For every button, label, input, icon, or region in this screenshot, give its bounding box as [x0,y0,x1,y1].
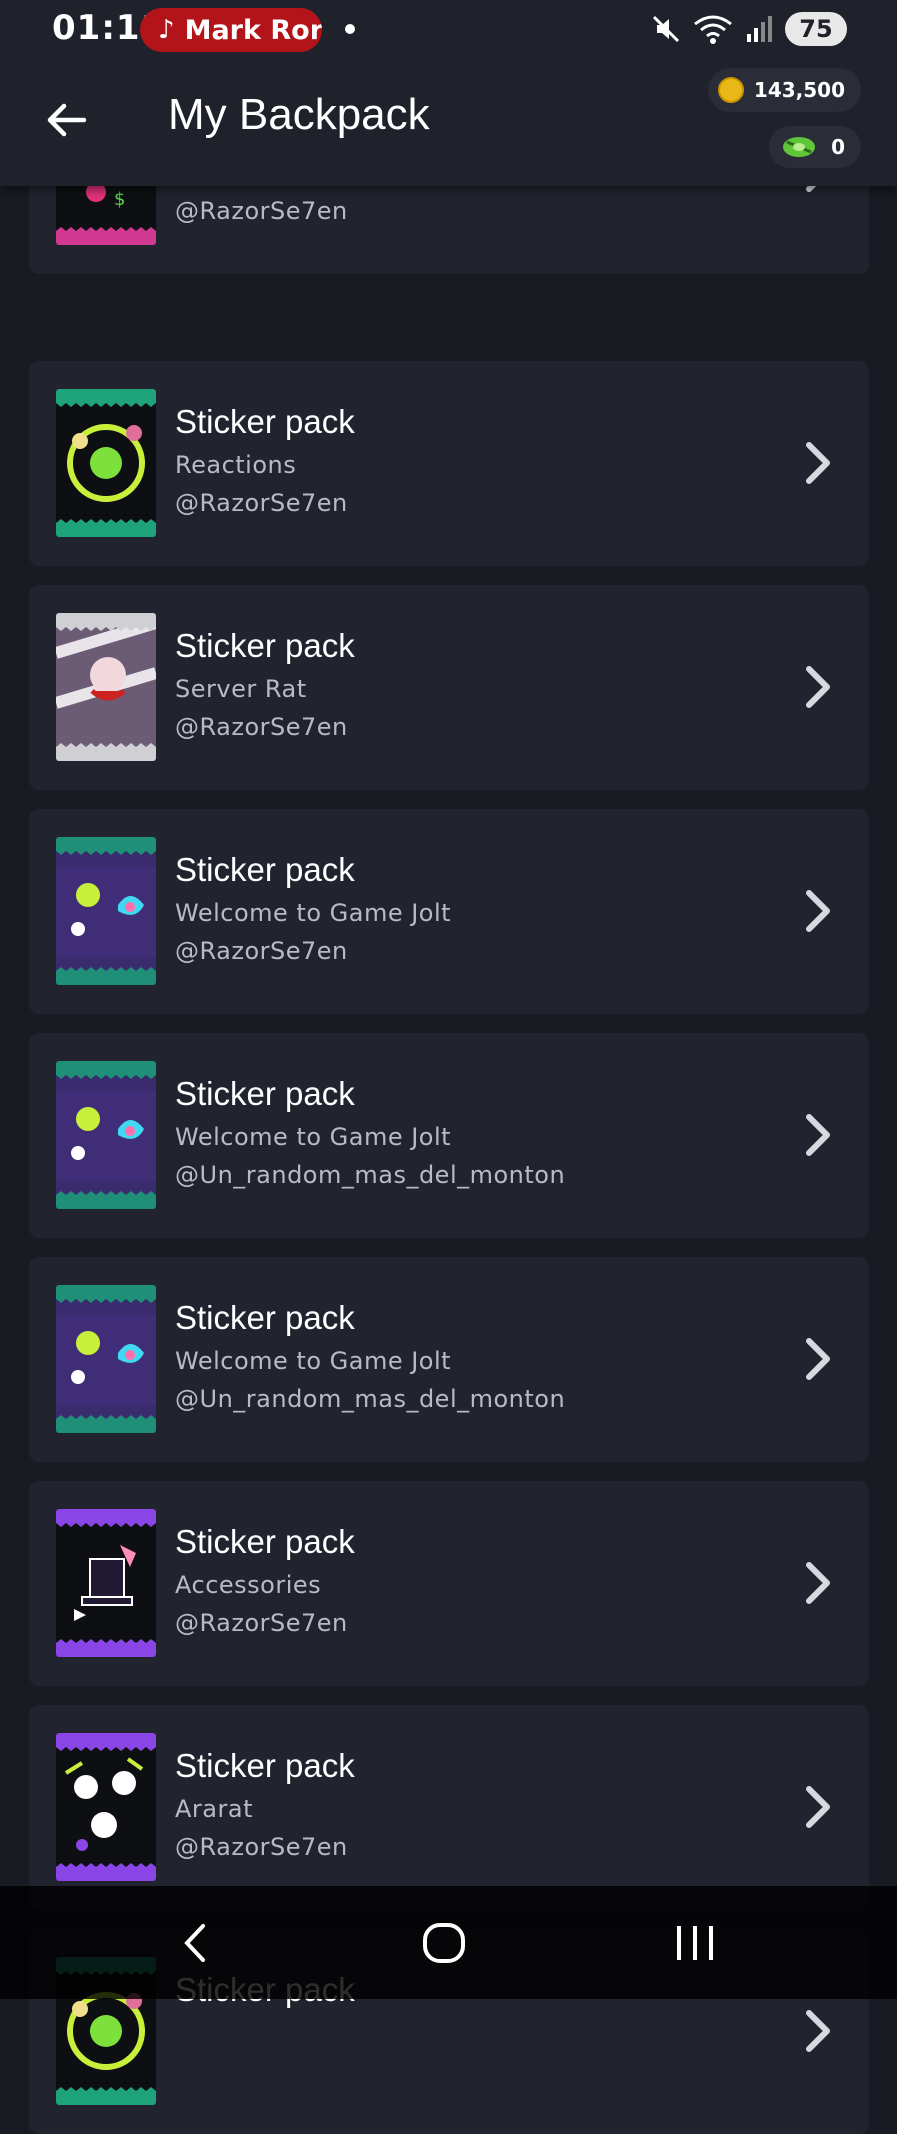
chevron-right-icon [806,1786,830,1828]
coin-count: 143,500 [753,78,845,102]
sticker-pack-card[interactable]: Sticker pack Welcome to Game Jolt @RazorSe… [29,809,869,1014]
status-bar: 01:11 ♪ Mark Ror 75 [0,0,897,62]
system-nav-bar [0,1886,897,1999]
signal-icon [747,16,772,42]
sticker-pack-thumbnail [56,613,156,761]
back-arrow-icon[interactable] [44,98,88,142]
music-note-icon: ♪ [158,15,175,45]
nav-recents-icon[interactable] [665,1918,725,1968]
sticker-pack-card[interactable]: Sticker pack Welcome to Game Jolt @Un_rand… [29,1257,869,1462]
sticker-pack-card[interactable]: Sticker pack Accessories @RazorSe7en [29,1481,869,1686]
pack-name: Welcome to Game Jolt [175,899,452,927]
card-title: Sticker pack [175,1747,355,1784]
sticker-pack-card[interactable]: Sticker pack Ararat @RazorSe7en [29,1705,869,1910]
card-title: Sticker pack [175,1523,355,1560]
app-header: My Backpack 143,500 0 [0,62,897,186]
card-title: Sticker pack [175,851,355,888]
card-title: Sticker pack [175,627,355,664]
page-title: My Backpack [168,90,430,139]
pack-owner: @RazorSe7en [175,713,348,741]
chevron-right-icon [806,1562,830,1604]
gem-count: 0 [831,135,845,159]
chevron-right-icon [806,442,830,484]
card-title: Sticker pack [175,1299,355,1336]
sticker-pack-thumbnail [56,837,156,985]
chevron-right-icon [806,666,830,708]
sticker-pack-thumbnail [56,1285,156,1433]
pack-name: Accessories [175,1571,322,1599]
chevron-right-icon [806,890,830,932]
coin-icon [717,77,744,103]
chevron-right-icon [806,1114,830,1156]
svg-text:$: $ [114,189,125,210]
status-icons: 75 [651,12,847,46]
gem-balance[interactable]: 0 [769,126,861,168]
chevron-right-icon [806,2010,830,2052]
sticker-pack-card[interactable]: Sticker pack Reactions @RazorSe7en [29,361,869,566]
sticker-pack-thumbnail [56,1509,156,1657]
wifi-icon [694,15,732,44]
coin-balance[interactable]: 143,500 [707,68,861,112]
pack-owner: @RazorSe7en [175,197,348,225]
media-pill-label: Mark Ror [184,14,322,46]
sticker-pack-thumbnail [56,389,156,537]
nav-home-icon[interactable] [414,1918,474,1968]
nav-back-icon[interactable] [165,1918,225,1968]
sticker-pack-thumbnail [56,1061,156,1209]
mute-icon [652,15,680,43]
pack-name: Welcome to Game Jolt [175,1347,452,1375]
sticker-pack-thumbnail [56,1733,156,1881]
pack-owner: @Un_random_mas_del_monton [175,1161,566,1189]
pack-owner: @RazorSe7en [175,937,348,965]
pack-name: Welcome to Game Jolt [175,1123,452,1151]
card-title: Sticker pack [175,1075,355,1112]
sticker-pack-card[interactable]: Sticker pack Server Rat @RazorSe7en [29,585,869,790]
notification-dot [345,24,355,34]
pack-owner: @RazorSe7en [175,1833,348,1861]
battery-icon: 75 [785,12,847,46]
pack-owner: @RazorSe7en [175,489,348,517]
pack-name: Ararat [175,1795,253,1823]
battery-level: 75 [799,15,833,43]
pack-name: Server Rat [175,675,307,703]
pack-owner: @Un_random_mas_del_monton [175,1385,566,1413]
pack-name: Reactions [175,451,297,479]
gem-icon [783,137,816,157]
chevron-right-icon [806,1338,830,1380]
pack-owner: @RazorSe7en [175,1609,348,1637]
sticker-pack-card[interactable]: Sticker pack Welcome to Game Jolt @Un_rand… [29,1033,869,1238]
card-title: Sticker pack [175,403,355,440]
media-pill[interactable]: ♪ Mark Ror [140,8,322,52]
